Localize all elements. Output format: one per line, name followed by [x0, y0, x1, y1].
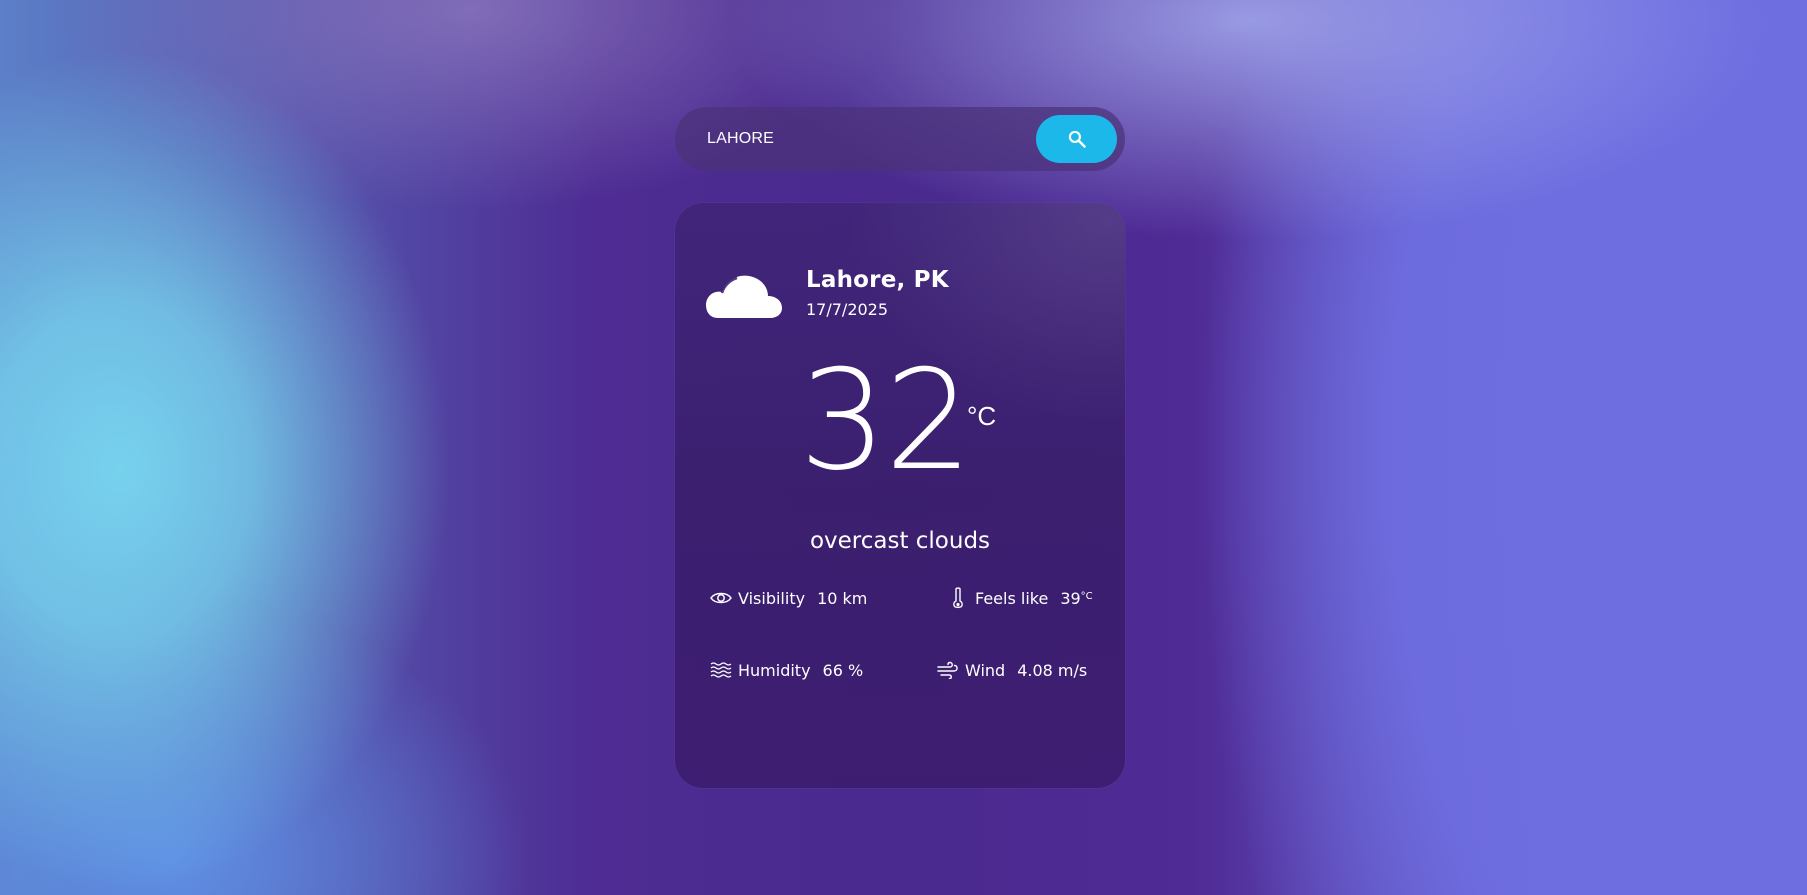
location-name: Lahore, PK: [806, 267, 949, 293]
feels-like-label: Feels like: [975, 588, 1049, 608]
humidity-stat: Humidity 66 %: [710, 659, 863, 681]
temperature-display: 32 °C: [675, 351, 1125, 491]
wind-icon: [937, 659, 959, 681]
current-date: 17/7/2025: [806, 300, 889, 319]
wind-value: 4.08 m/s: [1017, 660, 1088, 680]
visibility-label: Visibility: [738, 588, 806, 608]
wind-label: Wind: [965, 660, 1006, 680]
visibility-value: 10 km: [817, 588, 868, 608]
temperature-value: 32: [799, 340, 973, 501]
eye-icon: [710, 587, 732, 609]
weather-card: Lahore, PK 17/7/2025 32 °C overcast clou…: [675, 203, 1125, 788]
search-button[interactable]: [1036, 115, 1117, 163]
humidity-label: Humidity: [738, 660, 811, 680]
visibility-stat: Visibility 10 km: [710, 587, 867, 609]
wind-stat: Wind 4.08 m/s: [937, 659, 1087, 681]
city-search-input[interactable]: [707, 121, 1037, 157]
thermometer-icon: [947, 587, 969, 609]
feels-like-unit: °C: [1080, 590, 1093, 602]
feels-like-stat: Feels like 39 °C: [947, 587, 1093, 609]
search-icon: [1068, 130, 1086, 148]
humidity-value: 66 %: [822, 660, 864, 680]
search-bar: [675, 107, 1125, 171]
cloud-icon: [706, 275, 782, 318]
waves-icon: [710, 659, 732, 681]
feels-like-value: 39: [1060, 588, 1081, 608]
weather-condition: overcast clouds: [809, 528, 991, 554]
temperature-unit: °C: [967, 401, 997, 431]
